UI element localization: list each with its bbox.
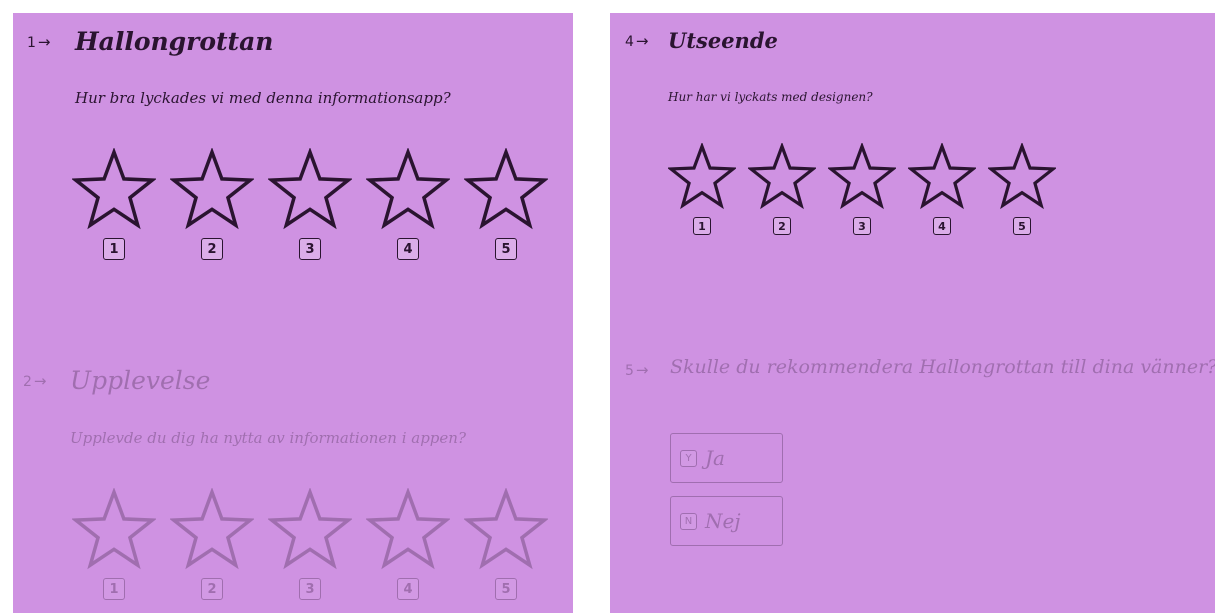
rating-option-2[interactable]: 2 xyxy=(170,488,254,600)
rating-option-4[interactable]: 4 xyxy=(908,143,976,235)
arrow-right-icon: → xyxy=(635,361,649,379)
arrow-right-icon: → xyxy=(33,372,47,390)
rating-option-4[interactable]: 4 xyxy=(366,148,450,260)
key-hint: 3 xyxy=(853,217,871,235)
rating-option-5[interactable]: 5 xyxy=(464,148,548,260)
key-hint: 2 xyxy=(201,578,223,600)
rating-option-3[interactable]: 3 xyxy=(268,488,352,600)
star-icon xyxy=(366,148,450,230)
star-icon xyxy=(908,143,976,210)
question-subtitle: Hur bra lyckades vi med denna informatio… xyxy=(75,89,451,107)
star-icon xyxy=(988,143,1056,210)
choice-label: Ja xyxy=(705,446,725,470)
star-icon xyxy=(464,488,548,570)
key-hint: 4 xyxy=(397,238,419,260)
question-number-value: 5 xyxy=(625,363,634,379)
star-icon xyxy=(268,148,352,230)
choice-label: Nej xyxy=(705,509,741,533)
key-hint: 5 xyxy=(495,238,517,260)
rating-option-1[interactable]: 1 xyxy=(72,148,156,260)
survey-panel-left: 1 → Hallongrottan Hur bra lyckades vi med… xyxy=(13,13,573,613)
key-hint: 4 xyxy=(397,578,419,600)
question-number-value: 1 xyxy=(27,35,36,51)
key-hint: 1 xyxy=(103,238,125,260)
key-hint: Y xyxy=(680,449,697,467)
question-number-value: 4 xyxy=(625,34,634,50)
question-title: Hallongrottan xyxy=(75,27,274,56)
key-hint: 3 xyxy=(299,578,321,600)
key-hint: 1 xyxy=(693,217,711,235)
star-icon xyxy=(72,148,156,230)
question-number: 1 → xyxy=(27,33,51,51)
rating-option-4[interactable]: 4 xyxy=(366,488,450,600)
key-hint: 1 xyxy=(103,578,125,600)
choice-no[interactable]: N Nej xyxy=(670,496,783,546)
key-hint: 4 xyxy=(933,217,951,235)
key-hint: 3 xyxy=(299,238,321,260)
star-icon xyxy=(464,148,548,230)
choice-yes[interactable]: Y Ja xyxy=(670,433,783,483)
star-icon xyxy=(72,488,156,570)
star-icon xyxy=(828,143,896,210)
arrow-right-icon: → xyxy=(37,33,51,51)
rating-option-5[interactable]: 5 xyxy=(464,488,548,600)
question-title: Upplevelse xyxy=(70,366,211,395)
rating-option-1[interactable]: 1 xyxy=(668,143,736,235)
key-hint: 2 xyxy=(773,217,791,235)
star-icon xyxy=(170,488,254,570)
question-number-value: 2 xyxy=(23,374,32,390)
key-hint: 5 xyxy=(495,578,517,600)
key-hint: 2 xyxy=(201,238,223,260)
question-number: 5 → xyxy=(625,361,649,379)
star-icon xyxy=(268,488,352,570)
rating-option-2[interactable]: 2 xyxy=(748,143,816,235)
question-number: 4 → xyxy=(625,32,649,50)
question-subtitle: Hur har vi lyckats med designen? xyxy=(668,90,873,104)
rating-stars: 1 2 3 4 5 xyxy=(72,148,548,260)
survey-panel-right: 4 → Utseende Hur har vi lyckats med desig… xyxy=(610,13,1215,613)
rating-option-5[interactable]: 5 xyxy=(988,143,1056,235)
star-icon xyxy=(668,143,736,210)
star-icon xyxy=(366,488,450,570)
rating-option-3[interactable]: 3 xyxy=(268,148,352,260)
question-title: Utseende xyxy=(668,28,778,53)
rating-option-2[interactable]: 2 xyxy=(170,148,254,260)
key-hint: N xyxy=(680,512,697,530)
rating-option-1[interactable]: 1 xyxy=(72,488,156,600)
arrow-right-icon: → xyxy=(635,32,649,50)
question-number: 2 → xyxy=(23,372,47,390)
question-title: Skulle du rekommendera Hallongrottan til… xyxy=(670,356,1215,378)
question-subtitle: Upplevde du dig ha nytta av informatione… xyxy=(70,429,466,447)
rating-option-3[interactable]: 3 xyxy=(828,143,896,235)
star-icon xyxy=(170,148,254,230)
key-hint: 5 xyxy=(1013,217,1031,235)
star-icon xyxy=(748,143,816,210)
rating-stars: 1 2 3 4 5 xyxy=(72,488,548,600)
rating-stars: 1 2 3 4 5 xyxy=(668,143,1056,235)
